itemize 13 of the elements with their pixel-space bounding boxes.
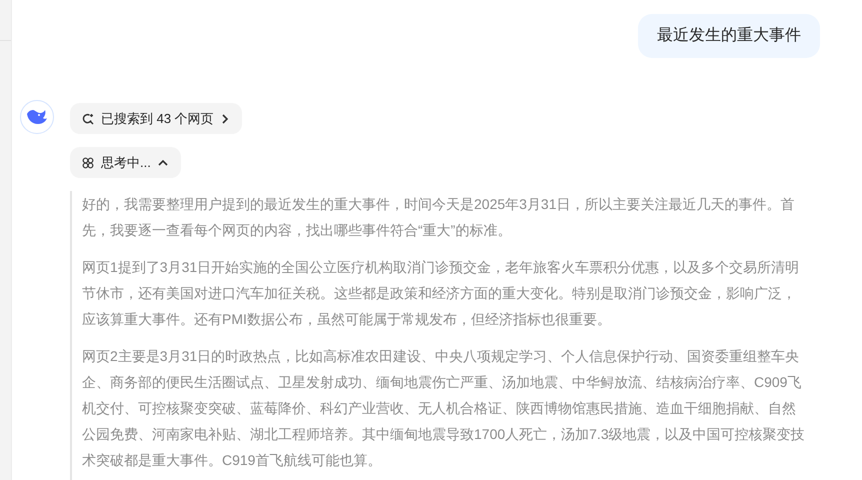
thought-paragraph: 网页1提到了3月31日开始实施的全国公立医疗机构取消门诊预交金，老年旅客火车票积分优惠，以及多个交易所清明节休市，还有美国对进口汽车加征关税。这些都是政策和经济方面的重大变化。特别是取消门诊预交金，影响广泛，应该算重大事件。还有PMI数据公布，虽然可能属于常规发布，但经济指标也很重要。	[82, 258, 800, 329]
chevron-right-icon	[220, 114, 229, 124]
thought-paragraph: 网页2主要是3月31日的时政热点，比如高标准农田建设、中央八项规定学习、个人信息保护行动、国资委重组整车央企、商务部的便民生活圈试点、卫星发射成功、缅甸地震伤亡严重、汤加地震、中华鲟放流、结核病治疗率、C909飞机交付、可控核聚变突破、蓝莓降价、科幻产业营收、无人机合格证、陕西博物馆惠民措施、造血干细胞捐献、自然公园免费、河南家电补贴、湖北工程师培养。其中缅甸地震导致1700人死亡，汤加7.3级地震，以及中国可控核聚变技术突破都是重大事件。C919首飞航线可能也算。	[82, 347, 806, 470]
search-icon	[82, 112, 94, 124]
atom-grid-icon	[82, 156, 94, 168]
thought-paragraph: 好的，我需要整理用户提到的最近发生的重大事件，时间今天是2025年3月31日，所以主要关注最近几天的事件。首先，我要逐一查看每个网页的内容，找出哪些事件符合“重大”的标准。	[82, 195, 796, 240]
thinking-toggle[interactable]: 思考中...	[70, 147, 181, 178]
search-results-label: 已搜索到 43 个网页	[101, 110, 214, 128]
search-results-button[interactable]: 已搜索到 43 个网页	[70, 103, 242, 134]
whale-logo-icon	[26, 109, 48, 125]
thinking-label: 思考中...	[101, 154, 151, 172]
user-message: 最近发生的重大事件	[638, 14, 820, 58]
caret-icon	[158, 158, 168, 166]
